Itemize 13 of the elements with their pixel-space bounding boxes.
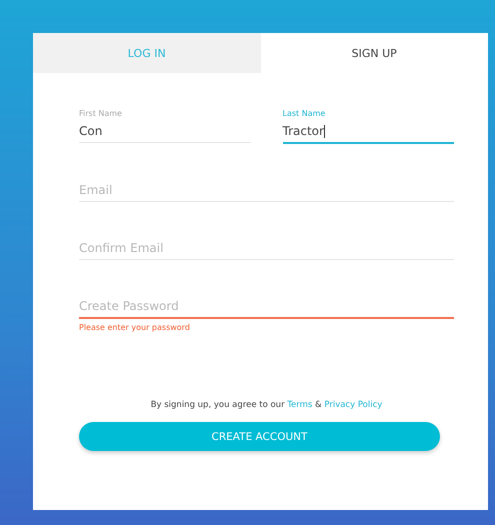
privacy-policy-link[interactable]: Privacy Policy bbox=[324, 400, 382, 410]
terms-link[interactable]: Terms bbox=[287, 400, 312, 410]
input-field[interactable]: Tractor bbox=[282, 122, 454, 144]
input-field[interactable]: Email bbox=[79, 181, 454, 202]
error-message: Please enter your password bbox=[79, 323, 190, 332]
terms-notice: By signing up, you agree to our Terms & Privacy Policy bbox=[150, 400, 384, 410]
input-field[interactable]: Confirm Email bbox=[79, 239, 454, 260]
create-account-button[interactable]: CREATE ACCOUNT bbox=[79, 422, 440, 451]
field-label: Last Name bbox=[282, 109, 326, 118]
input-field[interactable]: Create Password bbox=[79, 297, 454, 319]
tab[interactable]: LOG IN bbox=[33, 33, 260, 73]
input-field[interactable]: Con bbox=[79, 122, 250, 143]
field-label: First Name bbox=[79, 109, 122, 118]
